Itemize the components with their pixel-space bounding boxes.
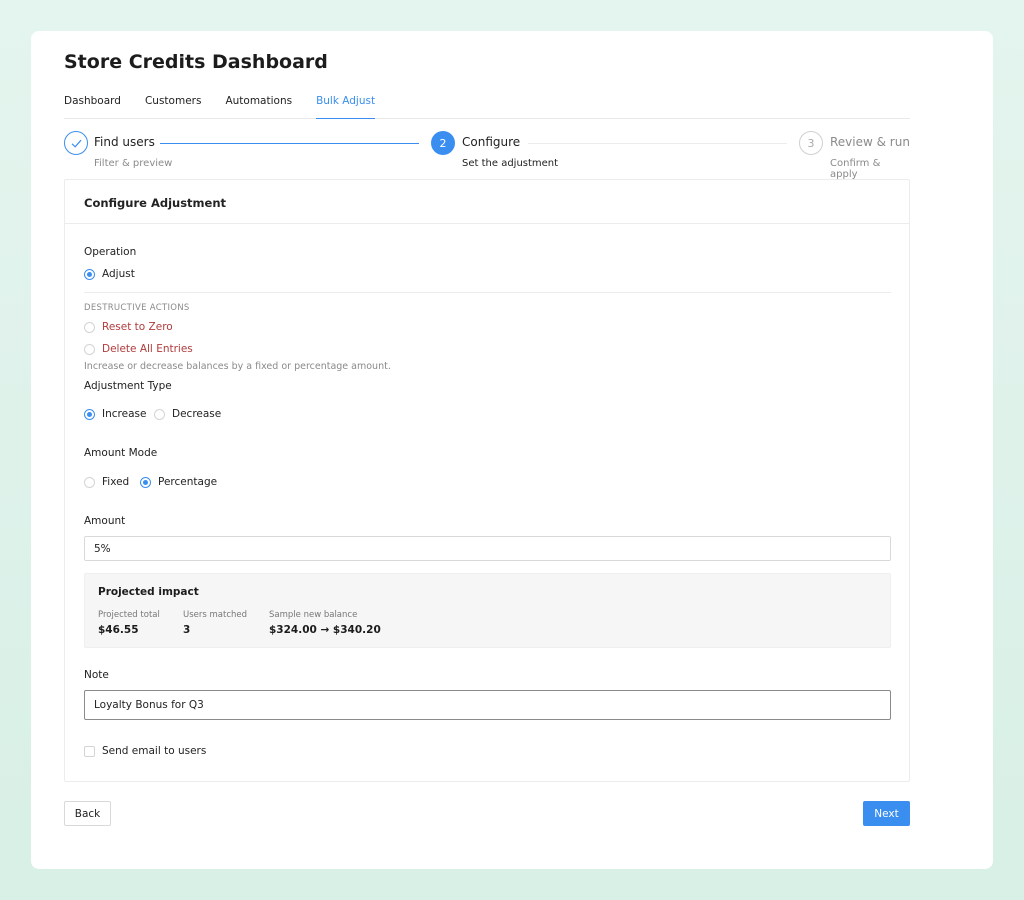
amount-label: Amount — [84, 515, 126, 527]
amount-mode-label: Amount Mode — [84, 447, 158, 459]
step-2-sub: Set the adjustment — [462, 158, 559, 169]
note-input[interactable] — [84, 690, 891, 720]
next-button[interactable]: Next — [863, 801, 910, 826]
operation-help-text: Increase or decrease balances by a fixed… — [84, 361, 391, 372]
percentage-option[interactable]: Percentage — [140, 476, 217, 491]
step-3-sub: Confirm & apply — [830, 158, 881, 180]
operation-adjust-option[interactable]: Adjust — [84, 268, 135, 283]
radio-icon — [84, 408, 95, 420]
back-button[interactable]: Back — [64, 801, 111, 826]
page-title: Store Credits Dashboard — [64, 51, 328, 73]
delete-all-entries-option[interactable]: Delete All Entries — [84, 343, 193, 358]
main-card: Store Credits Dashboard Dashboard Custom… — [31, 31, 993, 869]
increase-option[interactable]: Increase — [84, 408, 146, 423]
step-connector-1 — [160, 143, 419, 144]
checkbox-icon — [84, 745, 95, 757]
tab-bulk-adjust[interactable]: Bulk Adjust — [316, 89, 376, 119]
users-matched-label: Users matched — [183, 610, 248, 620]
radio-icon — [84, 321, 95, 333]
radio-icon — [84, 268, 95, 280]
step-2-label: Configure — [462, 135, 521, 149]
step-3-label: Review & run — [830, 135, 910, 149]
step-2-number: 2 — [431, 131, 455, 155]
panel-title: Configure Adjustment — [65, 180, 909, 224]
radio-icon — [84, 476, 95, 488]
impact-title: Projected impact — [98, 586, 199, 598]
reset-to-zero-option[interactable]: Reset to Zero — [84, 321, 173, 336]
radio-icon — [140, 476, 151, 488]
tab-dashboard[interactable]: Dashboard — [64, 89, 121, 119]
decrease-option[interactable]: Decrease — [154, 408, 221, 423]
send-email-checkbox[interactable]: Send email to users — [84, 745, 206, 760]
step-connector-2 — [528, 143, 787, 144]
divider — [84, 292, 891, 293]
fixed-option[interactable]: Fixed — [84, 476, 129, 491]
radio-icon — [154, 408, 165, 420]
step-1-sub: Filter & preview — [94, 158, 173, 169]
sample-balance-label: Sample new balance — [269, 610, 358, 620]
projected-total-value: $46.55 — [98, 624, 139, 636]
step-1-check-icon — [64, 131, 88, 155]
projected-impact-box: Projected impact Projected total $46.55 … — [84, 573, 891, 648]
adjustment-type-label: Adjustment Type — [84, 380, 172, 392]
operation-label: Operation — [84, 246, 137, 258]
sample-balance-value: $324.00 → $340.20 — [269, 624, 381, 636]
stepper: Find users Filter & preview 2 Configure … — [64, 131, 910, 180]
amount-input[interactable] — [84, 536, 891, 561]
note-label: Note — [84, 669, 109, 681]
radio-icon — [84, 343, 95, 355]
step-3-number: 3 — [799, 131, 823, 155]
destructive-heading: DESTRUCTIVE ACTIONS — [84, 303, 190, 313]
users-matched-value: 3 — [183, 624, 191, 636]
check-icon — [71, 139, 81, 148]
tab-customers[interactable]: Customers — [145, 89, 201, 119]
step-1-label: Find users — [94, 135, 155, 149]
projected-total-label: Projected total — [98, 610, 160, 620]
configure-panel: Configure Adjustment Operation Adjust DE… — [64, 179, 910, 782]
tab-bar: Dashboard Customers Automations Bulk Adj… — [64, 89, 910, 119]
tab-automations[interactable]: Automations — [225, 89, 292, 119]
